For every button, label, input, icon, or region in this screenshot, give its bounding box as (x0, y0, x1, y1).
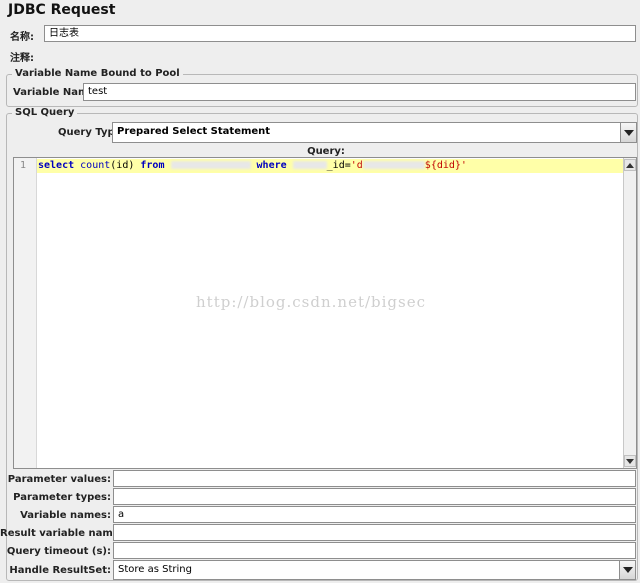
parameter-values-input[interactable] (113, 470, 636, 487)
query-type-value: Prepared Select Statement (117, 126, 271, 137)
handle-resultset-value: Store as String (118, 564, 192, 575)
sql-code-line[interactable]: select count(id) from where _id='d ${did}… (38, 160, 467, 171)
result-variable-name-label: Result variable name: (0, 528, 124, 539)
sql-editor[interactable]: 1 select count(id) from where _id='d ${di… (13, 157, 637, 469)
parameter-types-label: Parameter types: (13, 492, 111, 503)
panel-title: JDBC Request (8, 2, 116, 18)
sql-token: select (38, 160, 81, 171)
sql-token: _id= (326, 160, 351, 171)
query-header: Query: (307, 146, 345, 157)
sql-token: id (116, 160, 129, 171)
scroll-down-arrow-icon (626, 458, 634, 464)
redacted-text (170, 161, 251, 169)
parameter-types-input[interactable] (113, 488, 636, 505)
handle-resultset-dropdown-button[interactable] (619, 561, 635, 579)
query-timeout-input[interactable] (113, 542, 636, 559)
redacted-text (362, 161, 425, 169)
chevron-down-icon (623, 129, 634, 136)
scroll-down-button[interactable] (624, 455, 636, 467)
sql-token: count (80, 160, 111, 171)
scroll-up-arrow-icon (626, 162, 634, 168)
parameter-values-label: Parameter values: (7, 474, 111, 485)
handle-resultset-select[interactable]: Store as String (113, 560, 636, 580)
editor-vertical-scrollbar[interactable] (623, 158, 636, 468)
name-input[interactable]: 日志表 (44, 25, 636, 42)
sql-token: ) (128, 160, 141, 171)
query-timeout-label: Query timeout (s): (6, 546, 111, 557)
sql-token: where (256, 160, 293, 171)
variable-names-input[interactable]: a (113, 506, 636, 523)
sql-token: 'd (350, 160, 363, 171)
query-type-select[interactable]: Prepared Select Statement (112, 122, 637, 143)
variable-name-input[interactable]: test (83, 83, 636, 101)
line-number: 1 (20, 160, 27, 171)
scroll-up-button[interactable] (624, 159, 636, 171)
comment-input[interactable] (44, 45, 636, 62)
query-type-dropdown-button[interactable] (620, 123, 636, 142)
sql-token: from (140, 160, 171, 171)
result-variable-name-input[interactable] (113, 524, 636, 541)
line-number-gutter (14, 158, 37, 468)
sql-query-legend: SQL Query (12, 107, 78, 118)
sql-token: ${did}' (424, 160, 467, 171)
redacted-text (292, 161, 327, 169)
chevron-down-icon (622, 567, 633, 573)
comment-label: 注释: (10, 53, 34, 64)
name-label: 名称: (10, 32, 34, 43)
watermark: http://blog.csdn.net/bigsec (196, 293, 427, 311)
handle-resultset-label: Handle ResultSet: (9, 565, 111, 576)
variable-names-label: Variable names: (20, 510, 111, 521)
pool-group-legend: Variable Name Bound to Pool (12, 68, 183, 79)
